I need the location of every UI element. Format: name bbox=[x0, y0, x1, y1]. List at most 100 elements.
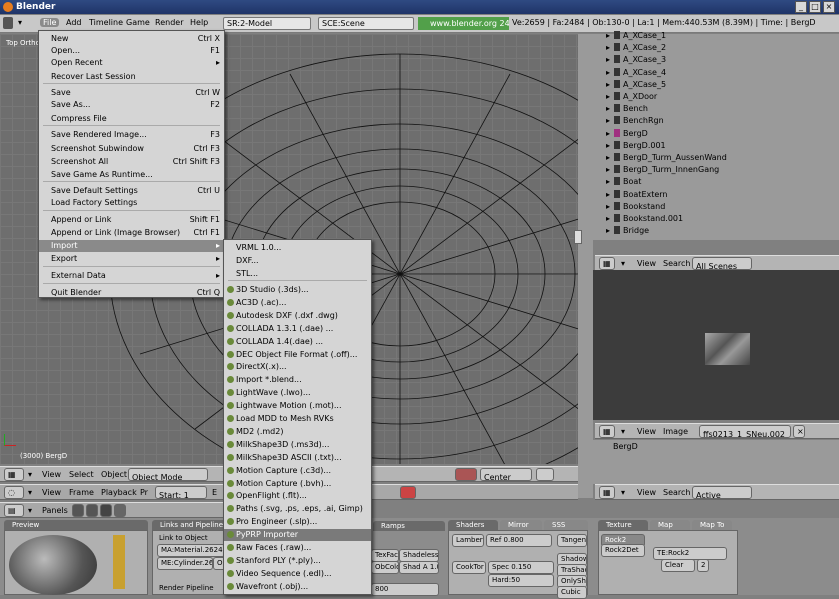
chevron-down-icon[interactable]: ▾ bbox=[621, 488, 625, 497]
viewport-scrollbar[interactable] bbox=[574, 230, 582, 244]
texture-tab[interactable]: Texture bbox=[598, 520, 648, 530]
file-menu-item[interactable]: New Ctrl X bbox=[39, 33, 224, 45]
ramps-tab[interactable]: Ramps bbox=[373, 521, 445, 531]
outliner-row[interactable]: ▸ Bookstand.001 bbox=[606, 213, 683, 225]
import-menu-item[interactable]: COLLADA 1.4(.dae) ... bbox=[224, 336, 371, 348]
expand-triangle-icon[interactable]: ▸ bbox=[606, 91, 610, 103]
diffuse-shader-selector[interactable]: Lambert bbox=[452, 534, 484, 547]
import-menu-item[interactable]: Stanford PLY (*.ply)... bbox=[224, 555, 371, 567]
expand-triangle-icon[interactable]: ▸ bbox=[606, 42, 610, 54]
expand-triangle-icon[interactable]: ▸ bbox=[606, 164, 610, 176]
blender-url-link[interactable]: www.blender.org 249.2 bbox=[418, 17, 509, 30]
lower-outliner-scope[interactable]: Active bbox=[692, 486, 752, 499]
buttons-type-button[interactable]: ▤ bbox=[4, 504, 24, 517]
lower-outliner[interactable]: BergD bbox=[593, 440, 839, 484]
map-input-tab[interactable]: Map Input bbox=[650, 520, 690, 539]
obcolor-button[interactable]: ObColor bbox=[371, 561, 399, 574]
map-to-tab[interactable]: Map To bbox=[692, 520, 732, 530]
chevron-down-icon[interactable]: ▾ bbox=[28, 470, 32, 479]
close-image-icon[interactable]: × bbox=[793, 425, 805, 438]
file-menu-item[interactable]: Import ▸ bbox=[39, 240, 224, 252]
mesh-field[interactable]: ME:Cylinder.269 bbox=[157, 557, 213, 570]
menu-file[interactable]: File bbox=[40, 18, 60, 27]
import-menu-item[interactable]: Import *.blend... bbox=[224, 374, 371, 386]
outliner-menu-search[interactable]: Search bbox=[663, 259, 690, 268]
expand-triangle-icon[interactable]: ▸ bbox=[606, 30, 610, 42]
import-menu-item[interactable]: Paths (.svg, .ps, .eps, .ai, Gimp) bbox=[224, 503, 371, 515]
outliner-row[interactable]: ▸ BergD.001 bbox=[606, 140, 666, 152]
file-menu-item[interactable]: Load Factory Settings bbox=[39, 197, 224, 209]
outliner-row[interactable]: ▸ BergD bbox=[606, 128, 648, 140]
shad-alpha-field[interactable]: Shad A 1.00 bbox=[399, 561, 439, 574]
lower-outliner-type-button[interactable]: ▦ bbox=[599, 486, 615, 499]
timeline-type-button[interactable]: ◌ bbox=[4, 486, 24, 499]
menu-timeline[interactable]: Timeline bbox=[89, 18, 123, 27]
menu-render[interactable]: Render bbox=[155, 18, 183, 27]
expand-triangle-icon[interactable]: ▸ bbox=[606, 152, 610, 164]
chevron-down-icon[interactable]: ▾ bbox=[621, 427, 625, 436]
import-menu-item[interactable]: 3D Studio (.3ds)... bbox=[224, 284, 371, 296]
screen-selector[interactable]: SR:2-Model bbox=[223, 17, 311, 30]
shaders-tab[interactable]: Shaders bbox=[448, 520, 498, 530]
user-count[interactable]: 2 bbox=[697, 559, 709, 572]
image-menu-view[interactable]: View bbox=[637, 427, 656, 436]
pivot-selector[interactable]: Center bbox=[480, 468, 532, 481]
texture-slot-2[interactable]: Rock2Det bbox=[601, 544, 645, 557]
file-menu-item[interactable]: Save As... F2 bbox=[39, 99, 224, 111]
import-menu-item[interactable]: MilkShape3D (.ms3d)... bbox=[224, 439, 371, 451]
outliner-row[interactable]: ▸ A_XCase_5 bbox=[606, 79, 666, 91]
ref-slider[interactable]: Ref 0.800 bbox=[486, 534, 552, 547]
file-menu-item[interactable]: Export ▸ bbox=[39, 253, 224, 265]
chevron-down-icon[interactable]: ▾ bbox=[621, 259, 625, 268]
file-menu-item[interactable]: Screenshot All Ctrl Shift F3 bbox=[39, 156, 224, 168]
expand-triangle-icon[interactable]: ▸ bbox=[606, 103, 610, 115]
material-field[interactable]: MA:Material.2624 bbox=[157, 544, 225, 557]
import-menu-item[interactable]: DXF... bbox=[224, 255, 371, 267]
import-menu-item[interactable]: MD2 (.md2) bbox=[224, 426, 371, 438]
file-menu-item[interactable]: External Data ▸ bbox=[39, 270, 224, 282]
import-menu-item[interactable]: DEC Object File Format (.off)... bbox=[224, 349, 371, 361]
expand-triangle-icon[interactable]: ▸ bbox=[606, 115, 610, 127]
import-menu-item[interactable]: Motion Capture (.c3d)... bbox=[224, 465, 371, 477]
import-menu-item[interactable]: Video Sequence (.edl)... bbox=[224, 568, 371, 580]
shading-icon[interactable] bbox=[100, 504, 112, 517]
tangent-button[interactable]: Tangent bbox=[557, 534, 587, 547]
expand-triangle-icon[interactable]: ▸ bbox=[606, 176, 610, 188]
outliner-menu-view[interactable]: View bbox=[637, 259, 656, 268]
menu-add[interactable]: Add bbox=[66, 18, 82, 27]
minimize-button[interactable]: _ bbox=[795, 1, 807, 13]
value-slider[interactable]: 800 bbox=[371, 583, 439, 596]
spec-slider[interactable]: Spec 0.150 bbox=[488, 561, 554, 574]
scene-selector[interactable]: SCE:Scene bbox=[318, 17, 414, 30]
menu-playback[interactable]: Playback bbox=[101, 488, 137, 497]
import-menu-item[interactable]: MilkShape3D ASCII (.txt)... bbox=[224, 452, 371, 464]
import-menu-item[interactable]: Motion Capture (.bvh)... bbox=[224, 478, 371, 490]
close-window-button[interactable]: × bbox=[823, 1, 835, 13]
script-icon[interactable] bbox=[86, 504, 98, 517]
file-menu-item[interactable]: Quit Blender Ctrl Q bbox=[39, 287, 224, 299]
file-menu-item[interactable]: Open Recent ▸ bbox=[39, 57, 224, 69]
lower-outliner-item[interactable]: BergD bbox=[613, 442, 638, 451]
menu-panels[interactable]: Panels bbox=[42, 506, 68, 515]
image-preview-panel[interactable] bbox=[593, 270, 839, 420]
import-menu-item[interactable]: DirectX(.x)... bbox=[224, 361, 371, 373]
outliner-row[interactable]: ▸ Bridge bbox=[606, 225, 649, 237]
outliner-row[interactable]: ▸ A_XCase_3 bbox=[606, 54, 666, 66]
expand-triangle-icon[interactable]: ▸ bbox=[606, 213, 610, 225]
outliner-row[interactable]: ▸ A_XCase_1 bbox=[606, 30, 666, 42]
import-menu-item[interactable]: Load MDD to Mesh RVKs bbox=[224, 413, 371, 425]
outliner-scope-selector[interactable]: All Scenes bbox=[692, 257, 752, 270]
file-menu-item[interactable]: Append or Link (Image Browser) Ctrl F1 bbox=[39, 227, 224, 239]
file-menu-item[interactable]: Save Rendered Image... F3 bbox=[39, 129, 224, 141]
start-frame-field[interactable]: Start: 1 bbox=[155, 486, 207, 499]
maximize-button[interactable]: □ bbox=[809, 1, 821, 13]
expand-triangle-icon[interactable]: ▸ bbox=[606, 128, 610, 140]
expand-triangle-icon[interactable]: ▸ bbox=[606, 79, 610, 91]
cubic-button[interactable]: Cubic bbox=[557, 586, 587, 599]
chevron-down-icon[interactable]: ▾ bbox=[18, 18, 22, 27]
snap-icon[interactable] bbox=[455, 468, 477, 481]
chevron-down-icon[interactable]: ▾ bbox=[28, 506, 32, 515]
hard-slider[interactable]: Hard:50 bbox=[488, 574, 554, 587]
menu-timeline-view[interactable]: View bbox=[42, 488, 61, 497]
outliner-row[interactable]: ▸ A_XDoor bbox=[606, 91, 657, 103]
